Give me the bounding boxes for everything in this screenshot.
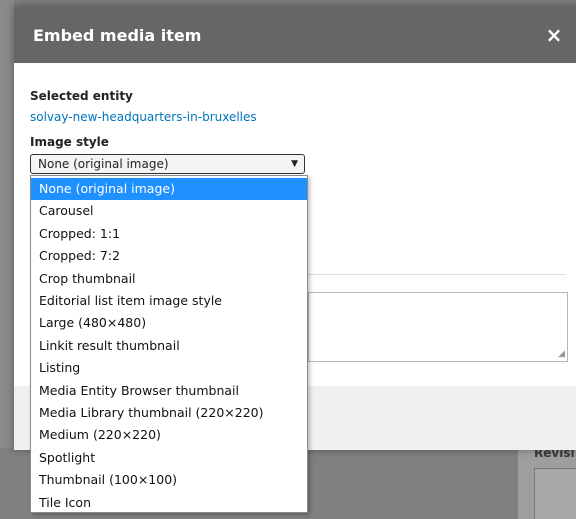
image-style-select-value: None (original image) [38,157,169,171]
dialog-title: Embed media item [33,26,202,45]
image-style-label: Image style [30,135,109,149]
dropdown-option[interactable]: Media Entity Browser thumbnail [31,380,307,402]
dialog-titlebar: Embed media item × [14,6,576,63]
dropdown-option[interactable]: Carousel [31,200,307,222]
image-style-dropdown-list: None (original image) Carousel Cropped: 1:… [30,175,308,513]
close-icon[interactable]: × [544,24,564,46]
dropdown-option[interactable]: Tile Icon [31,492,307,514]
resize-grip-icon[interactable]: ◢ [558,349,565,359]
dropdown-option[interactable]: Spotlight [31,447,307,469]
selected-entity-link[interactable]: solvay-new-headquarters-in-bruxelles [30,110,257,124]
dropdown-option[interactable]: Cropped: 1:1 [31,223,307,245]
dropdown-option[interactable]: Medium (220×220) [31,424,307,446]
page-backdrop [0,0,14,519]
field-divider [308,274,566,275]
dropdown-option[interactable]: Thumbnail (100×100) [31,469,307,491]
selected-entity-label: Selected entity [30,89,133,103]
chevron-down-icon: ▼ [291,159,298,169]
dropdown-option[interactable]: Cropped: 7:2 [31,245,307,267]
dropdown-option[interactable]: Editorial list item image style [31,290,307,312]
caption-textarea[interactable]: ◢ [308,292,568,362]
dropdown-option[interactable]: Listing [31,357,307,379]
revision-box [534,468,576,519]
dropdown-option[interactable]: Linkit result thumbnail [31,335,307,357]
dropdown-option[interactable]: Large (480×480) [31,312,307,334]
image-style-select[interactable]: None (original image) ▼ [30,154,305,174]
dropdown-option[interactable]: Media Library thumbnail (220×220) [31,402,307,424]
dropdown-option[interactable]: None (original image) [31,178,307,200]
dropdown-option[interactable]: Crop thumbnail [31,268,307,290]
